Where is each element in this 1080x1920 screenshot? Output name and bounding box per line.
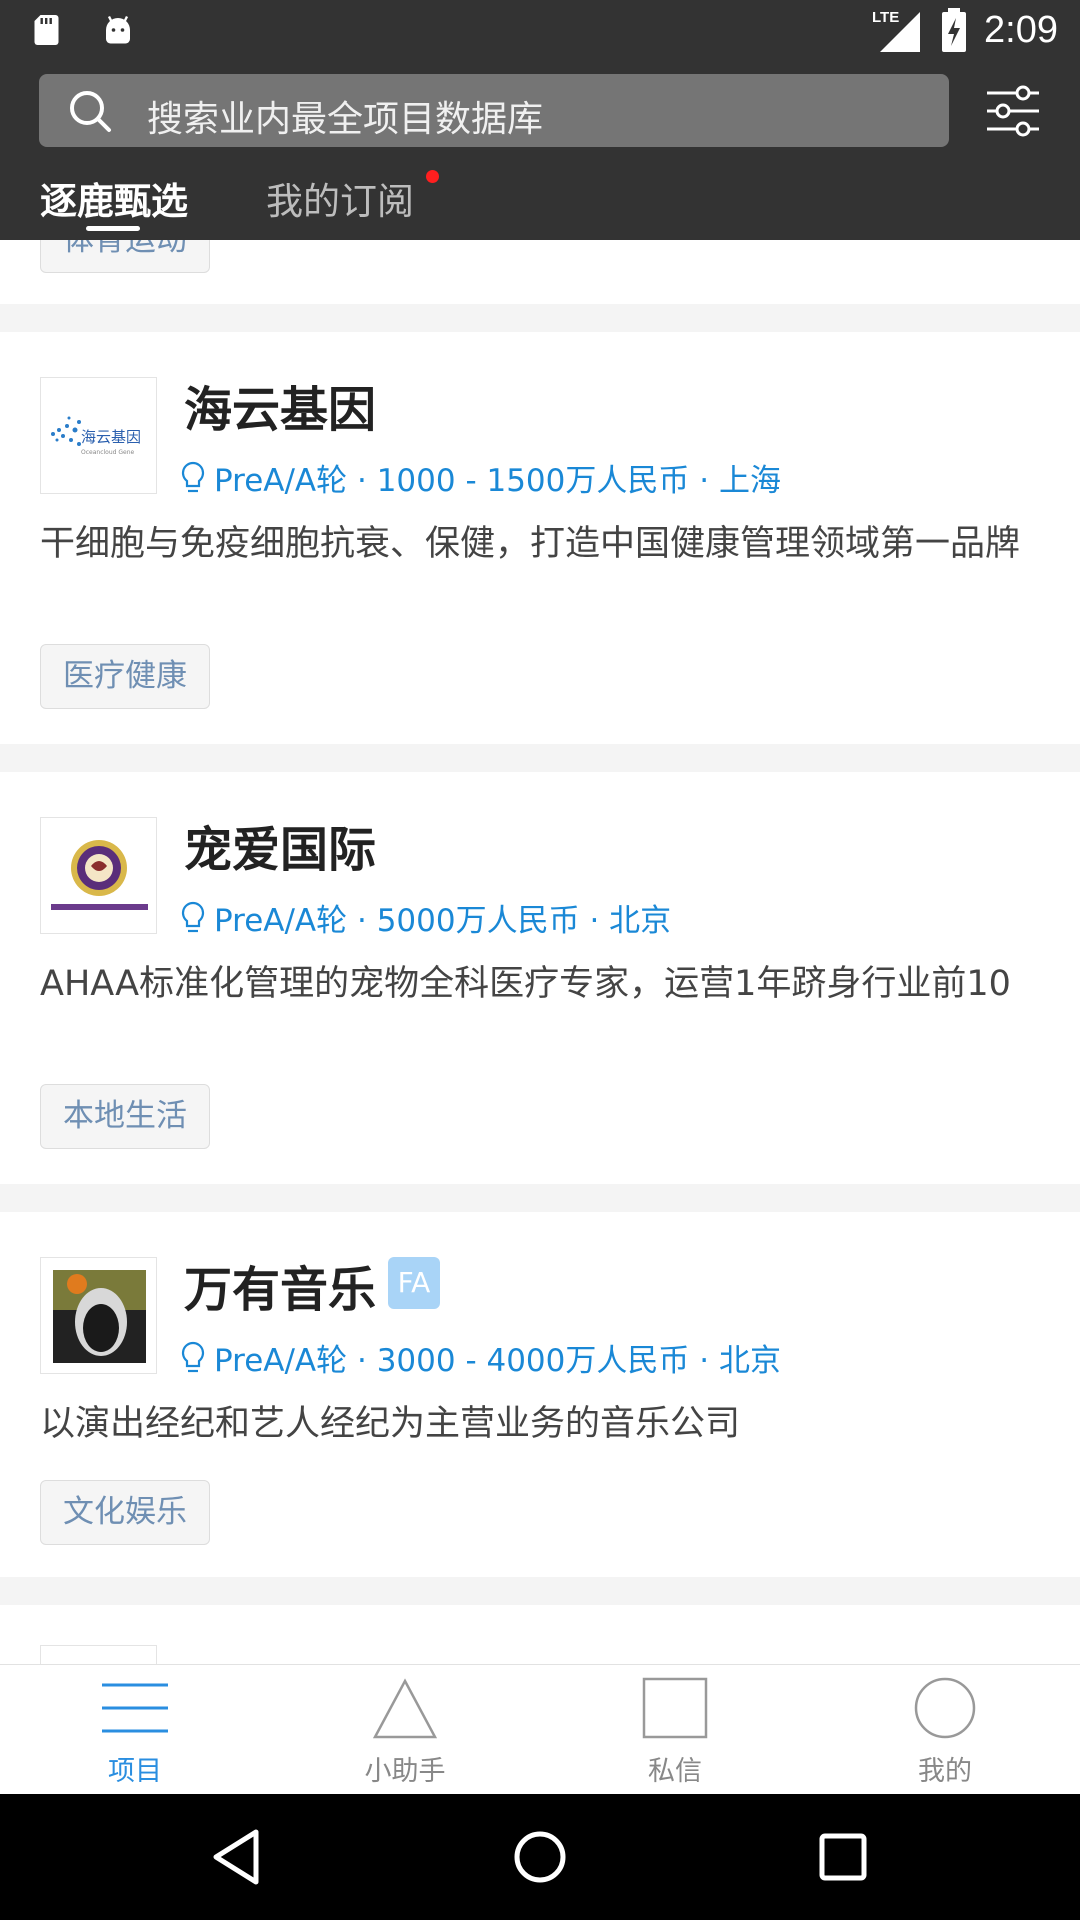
circle-icon: [914, 1677, 976, 1739]
search-bar[interactable]: 搜索业内最全项目数据库: [39, 74, 949, 147]
project-card[interactable]: 宠爱国际 PreA/A轮 · 5000万人民币 · 北京 AHAA标准化管理的宠…: [0, 772, 1080, 1184]
sd-card-icon: [34, 15, 59, 45]
nav-label: 我的: [918, 1756, 972, 1787]
company-logo: [40, 1645, 157, 1664]
svg-text:海云基因: 海云基因: [81, 428, 141, 446]
project-meta: PreA/A轮 · 1000 - 1500万人民币 · 上海: [180, 455, 781, 500]
back-icon[interactable]: [204, 1824, 270, 1890]
search-placeholder: 搜索业内最全项目数据库: [147, 99, 544, 140]
music-portrait-logo: [41, 1258, 156, 1373]
project-description: AHAA标准化管理的宠物全科医疗专家，运营1年跻身行业前10: [40, 964, 1011, 1004]
clock: 2:09: [984, 8, 1058, 51]
funding-info: PreA/A轮 · 5000万人民币 · 北京: [214, 903, 672, 939]
nav-assistant[interactable]: 小助手: [270, 1665, 540, 1795]
square-icon: [642, 1677, 708, 1739]
project-card[interactable]: 海云基因 Oceancloud Gene 海云基因 PreA/A轮 · 1000…: [0, 332, 1080, 744]
lightbulb-icon: [181, 901, 205, 932]
svg-text:Oceancloud Gene: Oceancloud Gene: [81, 449, 134, 456]
company-logo: [40, 1257, 157, 1374]
nav-label: 项目: [108, 1756, 162, 1787]
tab-featured[interactable]: 逐鹿甄选: [40, 171, 188, 225]
project-name[interactable]: 万有音乐: [184, 1250, 376, 1320]
android-icon: [106, 15, 130, 44]
nav-profile[interactable]: 我的: [810, 1665, 1080, 1795]
project-list[interactable]: 体育运动 海云基因 Oceancloud Gene 海云基因 PreA/A轮 ·…: [0, 240, 1080, 1664]
project-description: 以演出经纪和艺人经纪为主营业务的音乐公司: [40, 1404, 741, 1444]
pet-emblem-logo: [41, 818, 156, 933]
funding-info: PreA/A轮 · 1000 - 1500万人民币 · 上海: [214, 463, 781, 499]
lightbulb-icon: [181, 1341, 205, 1372]
project-card[interactable]: 体育运动: [0, 240, 1080, 304]
company-logo: [40, 817, 157, 934]
menu-lines-icon: [102, 1683, 168, 1733]
industry-tag[interactable]: 文化娱乐: [40, 1480, 210, 1545]
active-tab-indicator: [86, 226, 140, 231]
industry-tag[interactable]: 医疗健康: [40, 644, 210, 709]
filter-settings-icon[interactable]: [985, 83, 1041, 139]
industry-tag[interactable]: 体育运动: [40, 240, 210, 273]
nav-label: 小助手: [364, 1756, 446, 1787]
search-icon: [70, 91, 111, 132]
lightbulb-icon: [181, 461, 205, 492]
triangle-icon: [372, 1678, 438, 1739]
status-bar: LTE 2:09: [0, 0, 1080, 63]
home-icon[interactable]: [507, 1824, 573, 1890]
system-navigation-bar: [0, 1794, 1080, 1920]
battery-charging-icon: [942, 8, 967, 52]
company-logo: 海云基因 Oceancloud Gene: [40, 377, 157, 494]
lte-signal-icon: LTE: [872, 9, 921, 52]
nav-messages[interactable]: 私信: [540, 1665, 810, 1795]
project-meta: PreA/A轮 · 3000 - 4000万人民币 · 北京: [180, 1335, 781, 1380]
project-name[interactable]: 海云基因: [184, 370, 376, 440]
nav-label: 私信: [648, 1756, 702, 1787]
bottom-navigation: 项目 小助手 私信 我的: [0, 1664, 1080, 1794]
project-card[interactable]: [0, 1605, 1080, 1664]
project-meta: PreA/A轮 · 5000万人民币 · 北京: [180, 895, 671, 940]
funding-info: PreA/A轮 · 3000 - 4000万人民币 · 北京: [214, 1343, 781, 1379]
nav-projects[interactable]: 项目: [0, 1665, 270, 1795]
tab-bar: 逐鹿甄选 我的订阅: [0, 163, 1080, 240]
svg-text:LTE: LTE: [872, 9, 899, 26]
recent-apps-icon[interactable]: [810, 1824, 876, 1890]
industry-tag[interactable]: 本地生活: [40, 1084, 210, 1149]
fa-badge: FA: [388, 1257, 440, 1309]
tab-my-subscription[interactable]: 我的订阅: [266, 171, 414, 225]
project-description: 干细胞与免疫细胞抗衰、保健，打造中国健康管理领域第一品牌: [40, 524, 1021, 564]
haiyun-logo: 海云基因 Oceancloud Gene: [41, 378, 156, 493]
project-card[interactable]: 万有音乐 FA PreA/A轮 · 3000 - 4000万人民币 · 北京 以…: [0, 1212, 1080, 1577]
notification-dot: [426, 170, 439, 183]
project-name[interactable]: 宠爱国际: [184, 810, 376, 880]
